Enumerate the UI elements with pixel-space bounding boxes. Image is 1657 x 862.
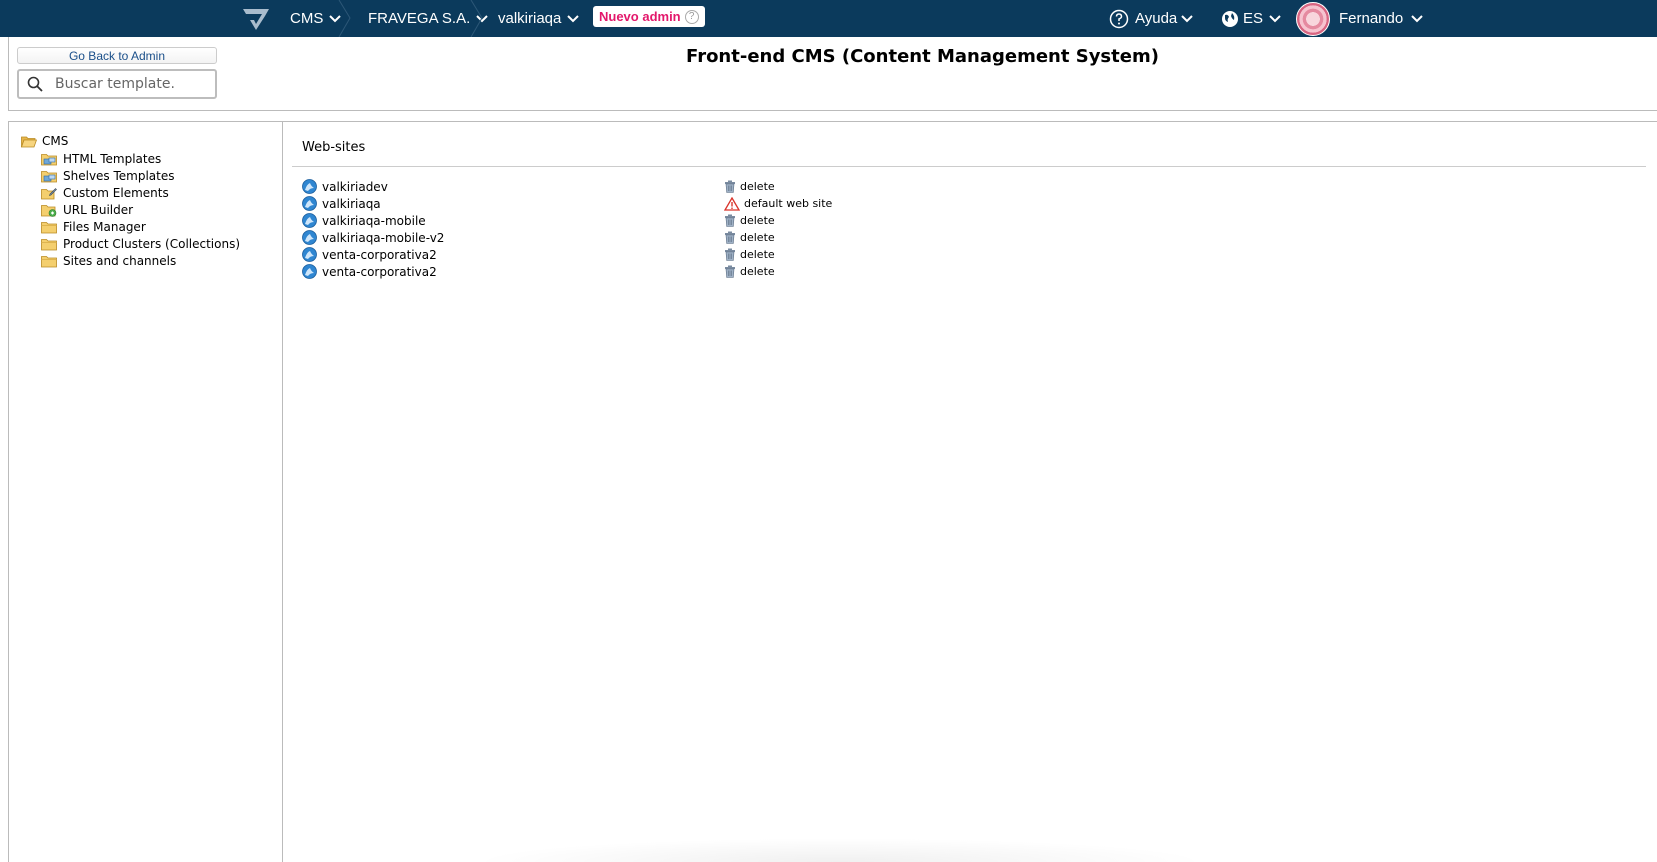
search-input[interactable] bbox=[55, 76, 205, 92]
chevron-down-icon bbox=[1181, 14, 1193, 22]
vtex-logo-icon[interactable] bbox=[241, 6, 271, 32]
tree-item-url-builder[interactable]: URL Builder bbox=[41, 203, 133, 217]
website-name: valkiriaqa-mobile bbox=[322, 213, 426, 228]
folder-templates-icon bbox=[41, 153, 57, 165]
tree-item-sites-and-channels[interactable]: Sites and channels bbox=[41, 254, 176, 268]
website-name: venta-corporativa2 bbox=[322, 264, 437, 279]
tree-item-label: HTML Templates bbox=[63, 152, 162, 166]
trash-icon bbox=[725, 214, 735, 227]
tree-item-files-manager[interactable]: Files Manager bbox=[41, 220, 146, 234]
tree-item-label: Shelves Templates bbox=[63, 169, 175, 183]
delete-website-button[interactable]: delete bbox=[724, 263, 775, 280]
language-label: ES bbox=[1243, 10, 1264, 27]
account-menu-label: FRAVEGA S.A. bbox=[368, 10, 471, 27]
folder-icon bbox=[41, 221, 57, 233]
action-label: delete bbox=[740, 265, 775, 278]
breadcrumb-separator bbox=[338, 0, 351, 37]
help-menu[interactable]: Ayuda bbox=[1109, 0, 1193, 37]
tree-item-cms[interactable]: CMS bbox=[21, 134, 68, 148]
folder-icon bbox=[41, 255, 57, 267]
default-website-indicator: default web site bbox=[724, 195, 832, 212]
website-globe-icon bbox=[302, 264, 317, 279]
template-search-box[interactable] bbox=[17, 69, 217, 99]
folder-edit-icon bbox=[41, 187, 57, 199]
folder-templates-icon bbox=[41, 170, 57, 182]
website-row-link[interactable]: valkiriadev bbox=[302, 178, 388, 195]
delete-website-button[interactable]: delete bbox=[724, 246, 775, 263]
website-name: valkiriaqa bbox=[322, 196, 381, 211]
trash-icon bbox=[725, 180, 735, 193]
tree-item-shelves-templates[interactable]: Shelves Templates bbox=[41, 169, 175, 183]
bottom-shadow bbox=[470, 838, 1210, 862]
globe-icon bbox=[1222, 10, 1238, 27]
website-row-link[interactable]: venta-corporativa2 bbox=[302, 246, 437, 263]
tree-item-product-clusters[interactable]: Product Clusters (Collections) bbox=[41, 237, 240, 251]
trash-icon bbox=[725, 231, 735, 244]
tree-item-label: Files Manager bbox=[63, 220, 146, 234]
websites-section-title: Web-sites bbox=[302, 140, 366, 155]
top-navigation-bar: CMS FRAVEGA S.A. valkiriaqa Nuevo admin … bbox=[0, 0, 1657, 37]
search-icon bbox=[27, 76, 43, 92]
action-label: delete bbox=[740, 214, 775, 227]
tree-item-label: URL Builder bbox=[63, 203, 134, 217]
store-menu[interactable]: valkiriaqa bbox=[498, 0, 580, 37]
cms-menu-label: CMS bbox=[290, 10, 324, 27]
warning-icon bbox=[724, 196, 740, 211]
action-label: default web site bbox=[744, 197, 833, 210]
new-admin-badge[interactable]: Nuevo admin ? bbox=[593, 6, 705, 27]
tree-item-label: Custom Elements bbox=[63, 186, 169, 200]
trash-icon bbox=[725, 265, 735, 278]
website-globe-icon bbox=[302, 196, 317, 211]
main-panel bbox=[283, 121, 1657, 862]
action-label: delete bbox=[740, 180, 775, 193]
user-name: Fernando bbox=[1339, 10, 1404, 27]
cms-menu[interactable]: CMS bbox=[290, 0, 342, 37]
help-label: Ayuda bbox=[1135, 10, 1178, 27]
page-title: Front-end CMS (Content Management System… bbox=[686, 46, 1159, 67]
tree-item-label: Product Clusters (Collections) bbox=[63, 237, 241, 251]
website-row-link[interactable]: venta-corporativa2 bbox=[302, 263, 437, 280]
action-label: delete bbox=[740, 231, 775, 244]
delete-website-button[interactable]: delete bbox=[724, 178, 775, 195]
tree-item-custom-elements[interactable]: Custom Elements bbox=[41, 186, 169, 200]
help-circle-icon: ? bbox=[684, 9, 699, 24]
new-admin-label: Nuevo admin bbox=[599, 9, 681, 24]
website-row-link[interactable]: valkiriaqa bbox=[302, 195, 381, 212]
action-label: delete bbox=[740, 248, 775, 261]
chevron-down-icon bbox=[1269, 14, 1281, 22]
website-name: valkiriaqa-mobile-v2 bbox=[322, 230, 445, 245]
chevron-down-icon bbox=[567, 14, 580, 22]
website-row-link[interactable]: valkiriaqa-mobile-v2 bbox=[302, 229, 444, 246]
website-globe-icon bbox=[302, 213, 317, 228]
chevron-down-icon bbox=[1411, 14, 1423, 22]
website-globe-icon bbox=[302, 230, 317, 245]
trash-icon bbox=[725, 248, 735, 261]
folder-icon bbox=[41, 238, 57, 250]
store-menu-label: valkiriaqa bbox=[498, 10, 562, 27]
question-circle-icon bbox=[1109, 9, 1129, 28]
website-row-link[interactable]: valkiriaqa-mobile bbox=[302, 212, 426, 229]
delete-website-button[interactable]: delete bbox=[724, 229, 775, 246]
delete-website-button[interactable]: delete bbox=[724, 212, 775, 229]
website-globe-icon bbox=[302, 179, 317, 194]
user-menu[interactable]: Fernando bbox=[1296, 0, 1423, 37]
folder-add-icon bbox=[41, 204, 57, 217]
tree-item-label: CMS bbox=[42, 134, 69, 148]
section-divider bbox=[292, 166, 1646, 167]
tree-item-label: Sites and channels bbox=[63, 254, 177, 268]
breadcrumb-separator bbox=[470, 0, 483, 37]
language-menu[interactable]: ES bbox=[1221, 0, 1281, 37]
tree-item-html-templates[interactable]: HTML Templates bbox=[41, 152, 161, 166]
website-name: venta-corporativa2 bbox=[322, 247, 437, 262]
avatar bbox=[1296, 1, 1330, 36]
folder-open-icon bbox=[21, 136, 37, 147]
website-globe-icon bbox=[302, 247, 317, 262]
website-name: valkiriadev bbox=[322, 179, 388, 194]
